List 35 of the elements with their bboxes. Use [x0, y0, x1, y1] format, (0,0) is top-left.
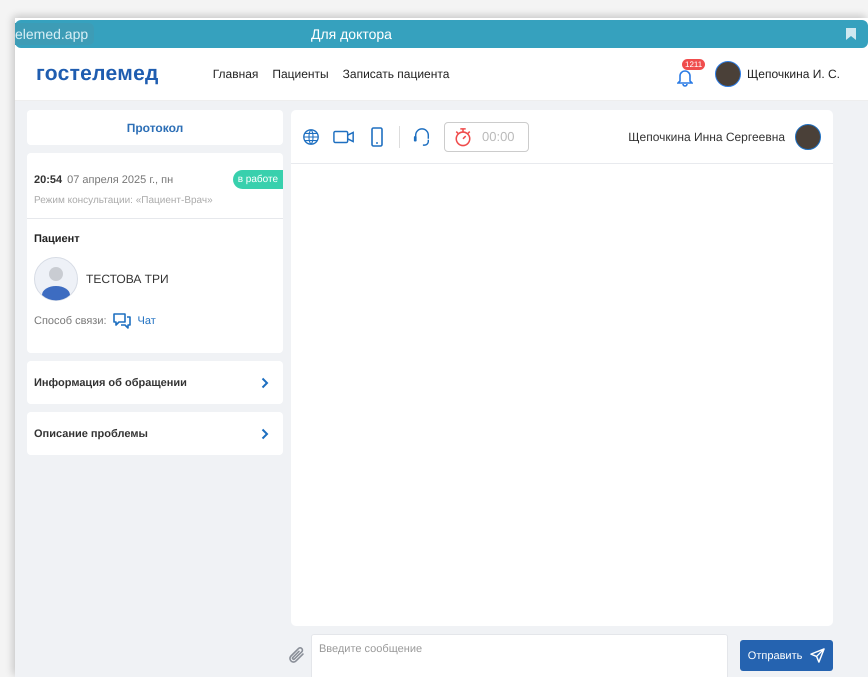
message-field[interactable]: Введите сообщение [310, 634, 728, 677]
patient-avatar-icon [34, 257, 78, 301]
accordion-item[interactable]: Информация об обращении [27, 361, 283, 404]
notification-bell[interactable]: 1211 [677, 59, 708, 87]
stopwatch-icon [454, 126, 472, 146]
doctor-avatar [795, 124, 821, 150]
page-title: Для доктора [311, 26, 392, 42]
bell-icon [677, 69, 694, 87]
consultation-mode: Режим консультации: «Пациент-Врач» [34, 195, 214, 206]
protocol-button[interactable]: Протокол [27, 110, 283, 145]
session-date: 07 апреля 2025 г., пн [67, 174, 174, 186]
section-title: Информация об обращении [34, 376, 187, 388]
chat-icon [112, 313, 131, 329]
user-avatar[interactable] [715, 61, 742, 87]
status-badge: в работе [232, 170, 283, 189]
contact-label: Способ связи: [34, 315, 107, 327]
accordion-item[interactable]: Описание проблемы [27, 412, 283, 455]
phone-icon[interactable] [368, 126, 386, 146]
nav-link[interactable]: Записать пациента [342, 67, 450, 81]
nav-link[interactable]: Пациенты [272, 67, 329, 81]
logo[interactable]: гостелемед [36, 62, 159, 86]
patient-name: ТЕСТОВА ТРИ [86, 272, 169, 286]
globe-icon[interactable] [302, 126, 320, 146]
session-time: 20:54 [34, 174, 62, 186]
send-icon [810, 648, 826, 663]
headset-icon[interactable] [413, 126, 431, 146]
user-name[interactable]: Щепочкина И. С. [747, 67, 840, 81]
timer-value: 00:00 [482, 129, 515, 144]
patient-heading: Пациент [34, 233, 81, 245]
chat-link[interactable]: Чат [112, 313, 156, 329]
send-button[interactable]: Отправить [740, 640, 833, 671]
nav-link[interactable]: Главная [212, 67, 258, 81]
notification-count: 1211 [682, 59, 706, 70]
doctor-name: Щепочкина Инна Сергеевна [628, 130, 785, 144]
section-title: Описание проблемы [34, 428, 148, 440]
